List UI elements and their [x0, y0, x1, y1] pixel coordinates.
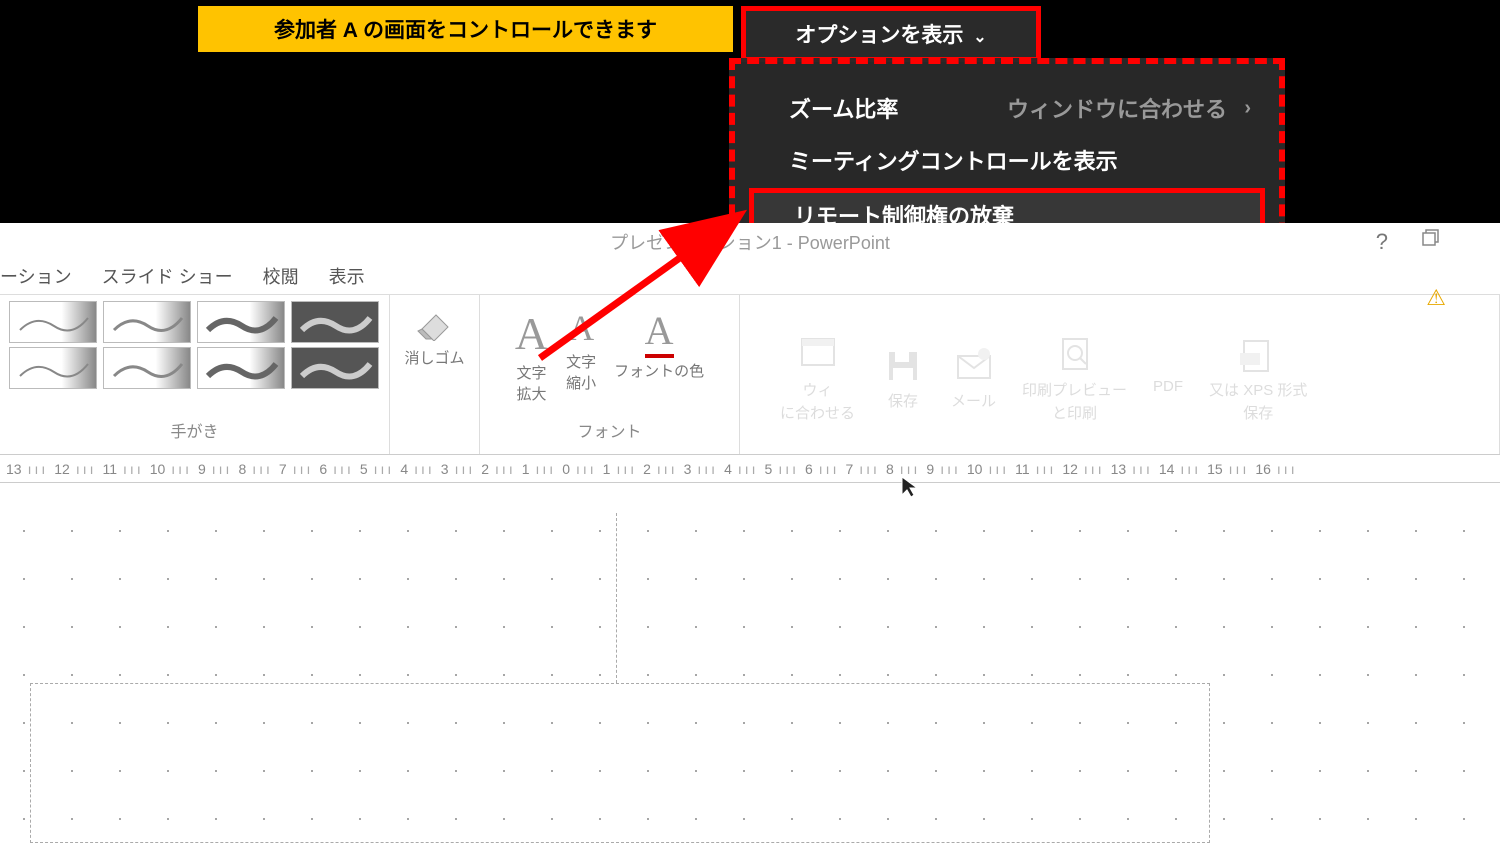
ribbon-group-font: A 文字 拡大 A 文字 縮小 A フォントの色 フォント — [480, 295, 740, 454]
ruler-tick: 13ııı — [0, 461, 48, 477]
letter-a-small-icon: A — [568, 307, 594, 349]
ppt-ribbon-tabs: ーション スライド ショー 校閲 表示 ⚠ — [0, 257, 1500, 295]
ruler-tick: 2ııı — [637, 461, 677, 477]
print-preview-icon — [1053, 333, 1097, 377]
tab-transition[interactable]: ーション — [0, 263, 72, 289]
ruler-tick: 7ııı — [273, 461, 313, 477]
ruler-tick: 7ııı — [839, 461, 879, 477]
print-preview-button[interactable]: 印刷プレビュー と印刷 — [1022, 333, 1127, 423]
ruler-tick: 12ııı — [48, 461, 96, 477]
ppt-ribbon: 手がき 消しゴム A 文字 拡大 A 文字 縮小 A — [0, 295, 1500, 455]
powerpoint-window: プレゼンテーション1 - PowerPoint ? ーション スライド ショー … — [0, 223, 1500, 834]
pen-style-7[interactable] — [197, 347, 285, 389]
ruler-tick: 4ııı — [394, 461, 434, 477]
xps-button[interactable]: 又は XPS 形式 保存 — [1209, 333, 1307, 423]
ruler-tick: 9ııı — [192, 461, 232, 477]
font-color-label: フォントの色 — [614, 360, 704, 381]
ruler-tick: 3ııı — [678, 461, 718, 477]
cursor-icon — [900, 475, 920, 505]
pen-style-1[interactable] — [9, 301, 97, 343]
eraser-button[interactable]: 消しゴム — [404, 301, 464, 368]
ruler-tick: 14ııı — [1153, 461, 1201, 477]
ruler-tick: 5ııı — [354, 461, 394, 477]
ruler-tick: 1ııı — [597, 461, 637, 477]
ruler-tick: 5ııı — [759, 461, 799, 477]
menu-show-meeting-controls[interactable]: ミーティングコントロールを表示 — [735, 134, 1279, 186]
menu-zoom-value: ウィンドウに合わせる — [1007, 92, 1227, 124]
help-icon[interactable]: ? — [1376, 229, 1388, 255]
menu-zoom-ratio[interactable]: ズーム比率 ウィンドウに合わせる › — [735, 82, 1279, 134]
mail-button[interactable]: メール — [951, 344, 996, 411]
pen-style-8[interactable] — [291, 347, 379, 389]
control-banner: 参加者 A の画面をコントロールできます — [198, 6, 733, 52]
menu-meeting-label: ミーティングコントロールを表示 — [789, 144, 1118, 176]
chevron-right-icon: › — [1244, 97, 1251, 120]
tab-view[interactable]: 表示 — [329, 263, 365, 289]
chevron-down-icon: ⌄ — [973, 29, 986, 46]
ribbon-group-handwriting: 手がき — [0, 295, 390, 454]
ruler-tick: 12ııı — [1056, 461, 1104, 477]
xps-icon — [1236, 333, 1280, 377]
fit-window-icon — [796, 333, 840, 377]
pen-style-2[interactable] — [103, 301, 191, 343]
ruler-tick: 11ııı — [1009, 461, 1056, 477]
menu-zoom-label: ズーム比率 — [789, 92, 898, 124]
slide-canvas[interactable] — [0, 483, 1500, 863]
font-enlarge-button[interactable]: A 文字 拡大 — [515, 307, 548, 404]
ruler-tick: 6ııı — [799, 461, 839, 477]
horizontal-ruler: 13ııı12ııı11ııı10ııı9ııı8ııı7ııı6ııı5ııı… — [0, 455, 1500, 483]
ppt-title: プレゼンテーション1 - PowerPoint — [610, 233, 890, 253]
ruler-tick: 0ııı — [556, 461, 596, 477]
save-icon — [881, 344, 925, 388]
control-banner-text: 参加者 A の画面をコントロールできます — [274, 19, 657, 42]
ruler-tick: 2ııı — [475, 461, 515, 477]
ruler-tick: 15ııı — [1201, 461, 1249, 477]
font-enlarge-label: 文字 拡大 — [516, 362, 546, 404]
pen-style-5[interactable] — [9, 347, 97, 389]
fit-window-button[interactable]: ウィ に合わせる — [780, 333, 855, 423]
ribbon-font-label: フォント — [577, 418, 641, 448]
letter-a-color-icon: A — [645, 307, 674, 358]
pen-style-grid — [9, 301, 381, 389]
pen-style-3[interactable] — [197, 301, 285, 343]
eraser-icon — [414, 301, 454, 341]
font-shrink-label: 文字 縮小 — [566, 351, 596, 393]
options-label: オプションを表示 — [795, 24, 963, 47]
ribbon-group-eraser: 消しゴム — [390, 295, 480, 454]
ruler-tick: 16ııı — [1249, 461, 1297, 477]
ribbon-group-faded: ウィ に合わせる 保存 メール 印刷プレビュー と印刷 PDF 又は XPS — [740, 295, 1500, 454]
pen-style-6[interactable] — [103, 347, 191, 389]
options-dropdown-button[interactable]: オプションを表示 ⌄ — [741, 6, 1041, 62]
tab-review[interactable]: 校閲 — [263, 263, 299, 289]
ruler-tick: 11ııı — [97, 461, 144, 477]
ruler-tick: 1ııı — [516, 461, 556, 477]
ruler-tick: 3ııı — [435, 461, 475, 477]
warning-icon[interactable]: ⚠ — [1426, 285, 1446, 311]
ruler-tick: 8ııı — [232, 461, 272, 477]
ruler-tick: 4ııı — [718, 461, 758, 477]
pen-style-4[interactable] — [291, 301, 379, 343]
mail-icon — [952, 344, 996, 388]
ribbon-handwriting-label: 手がき — [170, 418, 218, 448]
save-button[interactable]: 保存 — [881, 344, 925, 411]
font-shrink-button[interactable]: A 文字 縮小 — [566, 307, 596, 393]
font-color-button[interactable]: A フォントの色 — [614, 307, 704, 381]
ppt-title-bar: プレゼンテーション1 - PowerPoint ? — [0, 223, 1500, 257]
restore-window-icon[interactable] — [1422, 229, 1440, 252]
pdf-button[interactable]: PDF — [1153, 360, 1183, 395]
ruler-tick: 9ııı — [920, 461, 960, 477]
ruler-tick: 10ııı — [961, 461, 1009, 477]
tab-slideshow[interactable]: スライド ショー — [102, 263, 233, 289]
textbox-placeholder[interactable] — [30, 683, 1210, 843]
letter-a-large-icon: A — [515, 307, 548, 360]
eraser-label: 消しゴム — [404, 347, 464, 368]
ruler-tick: 10ııı — [144, 461, 192, 477]
ruler-tick: 6ııı — [313, 461, 353, 477]
ruler-tick: 13ııı — [1105, 461, 1153, 477]
